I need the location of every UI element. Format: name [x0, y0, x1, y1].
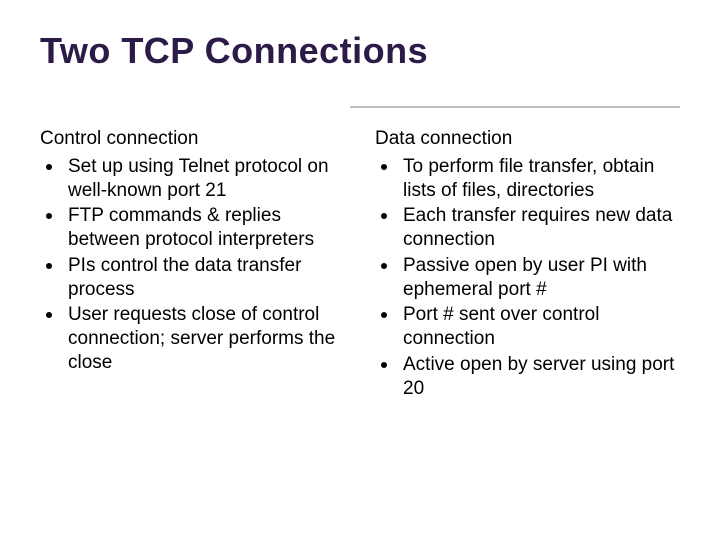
list-item: Set up using Telnet protocol on well-kno… — [40, 155, 345, 203]
bullet-icon — [46, 213, 52, 219]
bullet-icon — [381, 312, 387, 318]
left-column-header: Control connection — [40, 127, 345, 151]
list-item: FTP commands & replies between protocol … — [40, 204, 345, 252]
bullet-icon — [381, 213, 387, 219]
list-item: Passive open by user PI with ephemeral p… — [375, 254, 680, 302]
list-item: Port # sent over control connection — [375, 303, 680, 351]
list-item: PIs control the data transfer process — [40, 254, 345, 302]
bullet-icon — [46, 263, 52, 269]
left-column: Control connection Set up using Telnet p… — [40, 127, 345, 402]
list-item: Each transfer requires new data connecti… — [375, 204, 680, 252]
bullet-text: User requests close of control connectio… — [68, 304, 335, 373]
slide: Two TCP Connections Control connection S… — [0, 0, 720, 540]
bullet-icon — [46, 312, 52, 318]
bullet-text: Each transfer requires new data connecti… — [403, 205, 672, 250]
columns: Control connection Set up using Telnet p… — [40, 127, 680, 402]
bullet-icon — [381, 164, 387, 170]
bullet-icon — [381, 263, 387, 269]
right-bullet-list: To perform file transfer, obtain lists o… — [375, 155, 680, 401]
list-item: To perform file transfer, obtain lists o… — [375, 155, 680, 203]
bullet-text: FTP commands & replies between protocol … — [68, 205, 314, 250]
bullet-icon — [381, 362, 387, 368]
right-column-header: Data connection — [375, 127, 680, 151]
title-underline — [350, 106, 680, 108]
bullet-text: Active open by server using port 20 — [403, 354, 674, 399]
left-bullet-list: Set up using Telnet protocol on well-kno… — [40, 155, 345, 375]
bullet-text: Set up using Telnet protocol on well-kno… — [68, 156, 329, 201]
right-column: Data connection To perform file transfer… — [375, 127, 680, 402]
slide-title: Two TCP Connections — [40, 30, 680, 72]
list-item: User requests close of control connectio… — [40, 303, 345, 374]
bullet-icon — [46, 164, 52, 170]
bullet-text: PIs control the data transfer process — [68, 255, 301, 300]
list-item: Active open by server using port 20 — [375, 353, 680, 401]
bullet-text: Port # sent over control connection — [403, 304, 599, 349]
bullet-text: Passive open by user PI with ephemeral p… — [403, 255, 647, 300]
bullet-text: To perform file transfer, obtain lists o… — [403, 156, 654, 201]
